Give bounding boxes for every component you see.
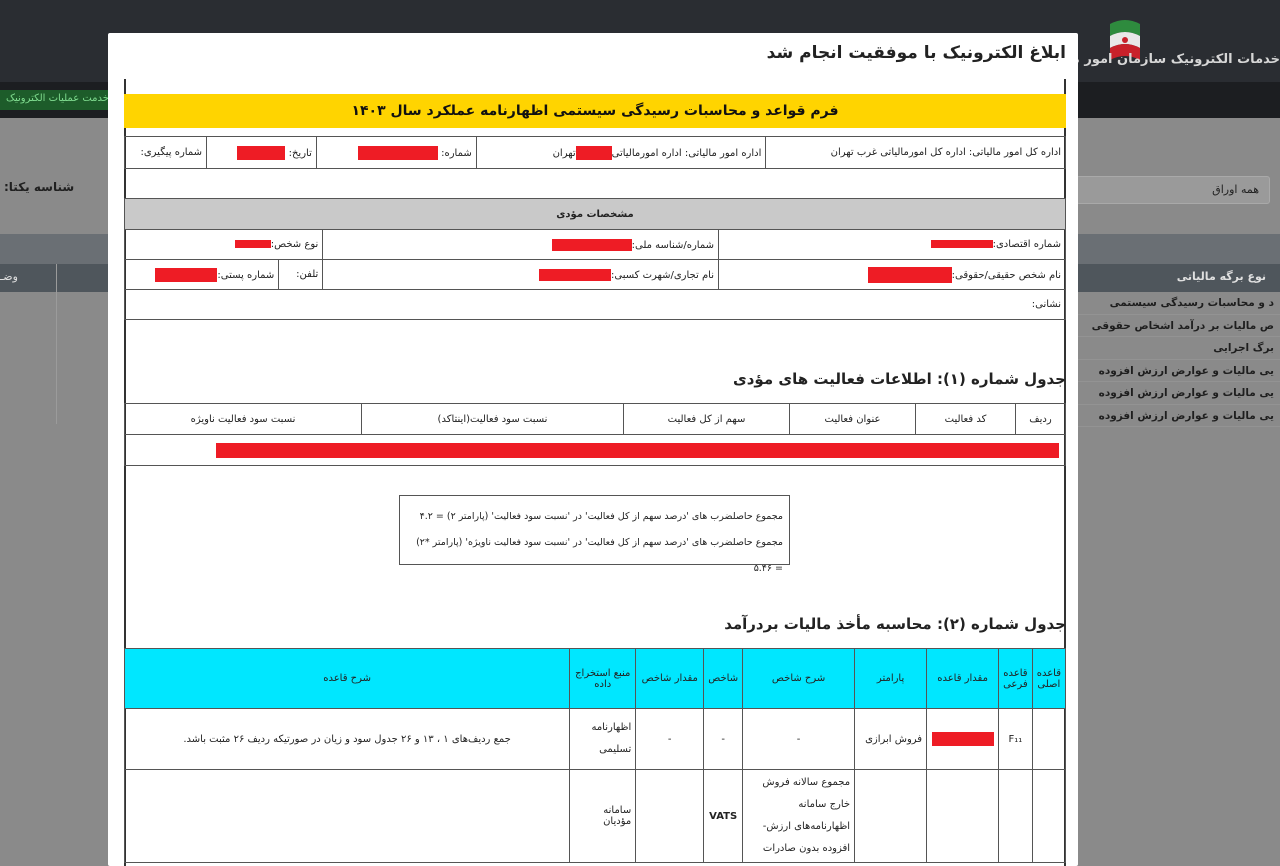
national-id-cell: شماره/شناسه ملی: — [322, 229, 719, 260]
list-item[interactable]: برگ اجرایی — [1075, 337, 1280, 360]
col-rule-value: مقدار قاعده — [926, 648, 1000, 709]
cell-index-description: مجموع سالانه فروش خارج سامانه اظهارنامه‌… — [742, 769, 856, 863]
cell-index: - — [703, 708, 744, 770]
formula-line-1: مجموع حاصلضرب های 'درصد سهم از کل فعالیت… — [419, 511, 783, 522]
list-item[interactable]: یی مالیات و عوارض ارزش افزوده — [1075, 405, 1280, 427]
cell-rule-value — [926, 708, 1000, 770]
redaction — [216, 442, 1059, 458]
cell-sub-rule — [998, 769, 1033, 863]
col-row: ردیف — [1015, 403, 1066, 435]
cell-main-rule — [1031, 769, 1067, 863]
col-main-rule: قاعده اصلی — [1031, 648, 1067, 709]
payer-table: مشخصات مؤدی شماره اقتصادی: شماره/شناسه م… — [123, 198, 1066, 320]
cell-main-rule — [1031, 708, 1067, 770]
col-rule-description: شرح قاعده — [123, 648, 571, 709]
formula-line-2: مجموع حاصلضرب های 'درصد سهم از کل فعالیت… — [416, 537, 783, 574]
cell-rule-value — [926, 769, 1000, 863]
col-sub-rule: قاعده فرعی — [998, 648, 1033, 709]
col-activity-title: عنوان فعالیت — [789, 403, 916, 435]
general-office-cell: اداره کل امور مالیاتی: اداره کل امورمالی… — [765, 136, 1066, 169]
col-gross-profit-ratio: نسبت سود فعالیت ناویژه — [124, 403, 362, 435]
col-index: شاخص — [703, 648, 744, 709]
list-item[interactable]: یی مالیات و عوارض ارزش افزوده — [1075, 360, 1280, 382]
cell-index-description: - — [742, 708, 856, 770]
list-item[interactable]: ص مالیات بر درآمد اشخاص حقوقی — [1075, 315, 1280, 337]
col-parameter: پارامتر — [854, 648, 928, 709]
postal-code-cell: شماره پستی: — [123, 259, 280, 290]
office-info-table: اداره کل امور مالیاتی: اداره کل امورمالی… — [124, 136, 1066, 169]
phone-cell: تلفن: — [278, 259, 324, 290]
document-list: د و محاسبات رسیدگی سیستمی ص مالیات بر در… — [1075, 292, 1280, 427]
activities-table: ردیف کد فعالیت عنوان فعالیت سهم از کل فع… — [124, 403, 1066, 466]
cell-parameter — [854, 769, 928, 863]
redaction — [357, 145, 438, 160]
success-modal: ابلاغ الکترونیک با موفقیت انجام شد فرم ق… — [108, 33, 1078, 866]
redaction — [867, 266, 952, 283]
form-title: فرم قواعد و محاسبات رسیدگی سیستمی اظهارن… — [124, 94, 1066, 128]
tracking-cell: شماره پیگیری: — [124, 136, 207, 169]
col-index-value: مقدار شاخص — [635, 648, 705, 709]
modal-title: ابلاغ الکترونیک با موفقیت انجام شد — [766, 43, 1066, 63]
table-row: F₁₁ فروش ابرازی - - - اظهارنامه تسلیمی ج… — [123, 708, 1067, 770]
table2-heading: جدول شماره (۲): محاسبه مأخذ مالیات بردرآ… — [724, 615, 1066, 633]
table-row: مجموع سالانه فروش خارج سامانه اظهارنامه‌… — [123, 769, 1067, 863]
redaction — [575, 145, 612, 160]
trade-name-cell: نام تجاری/شهرت کسبی: — [322, 259, 719, 290]
cell-parameter: فروش ابرازی — [854, 708, 928, 770]
economic-code-cell: شماره اقتصادی: — [718, 229, 1066, 260]
person-type-cell: نوع شخص: — [123, 229, 324, 260]
formula-box: مجموع حاصلضرب های 'درصد سهم از کل فعالیت… — [399, 495, 790, 574]
cell-index-value: - — [635, 708, 705, 770]
address-cell: نشانی: — [124, 289, 1066, 320]
table-row — [124, 434, 1066, 466]
table1-heading: جدول شماره (۱): اطلاعات فعالیت های مؤدی — [732, 370, 1066, 388]
cell-rule-description — [123, 769, 571, 863]
redaction — [155, 267, 218, 282]
office-cell: اداره امور مالیاتی: اداره امورمالیاتیتهر… — [475, 136, 767, 169]
list-item[interactable]: د و محاسبات رسیدگی سیستمی — [1075, 292, 1280, 315]
cell-rule-description: جمع ردیف‌های ۱ ، ۱۳ و ۲۶ جدول سود و زیان… — [123, 708, 571, 770]
redaction — [538, 268, 611, 281]
number-cell: شماره: — [315, 136, 477, 169]
name-cell: نام شخص حقیقی/حقوقی: — [718, 259, 1066, 290]
col-index-description: شرح شاخص — [742, 648, 856, 709]
date-cell: تاریخ: — [205, 136, 317, 169]
redaction — [551, 238, 632, 251]
cell-index: VATS — [703, 769, 744, 863]
cell-sub-rule: F₁₁ — [998, 708, 1033, 770]
cell-data-source: سامانه مؤدیان — [569, 769, 637, 863]
redaction — [930, 240, 993, 248]
cell-data-source: اظهارنامه تسلیمی — [569, 708, 637, 770]
col-data-source: منبع استخراج داده — [569, 648, 637, 709]
column-divider — [56, 264, 57, 424]
list-item[interactable]: یی مالیات و عوارض ارزش افزوده — [1075, 382, 1280, 405]
redaction — [931, 732, 994, 746]
col-activity-share: سهم از کل فعالیت — [623, 403, 790, 435]
cell-index-value — [635, 769, 705, 863]
unique-id-label: شناسه یکتا: — [4, 180, 75, 194]
col-activity-code: کد فعالیت — [915, 403, 1016, 435]
redaction — [234, 240, 271, 248]
column-header-status: وضـ — [0, 270, 18, 283]
payer-header: مشخصات مؤدی — [124, 198, 1066, 230]
column-header-type: نوع برگه مالیاتی — [1176, 270, 1266, 283]
document-filter-select[interactable]: همه اوراق — [1076, 176, 1270, 204]
tax-calculation-table: قاعده اصلی قاعده فرعی مقدار قاعده پارامت… — [123, 648, 1067, 863]
col-profit-ratio: نسبت سود فعالیت(اینتاکد) — [361, 403, 624, 435]
redaction — [237, 145, 286, 160]
